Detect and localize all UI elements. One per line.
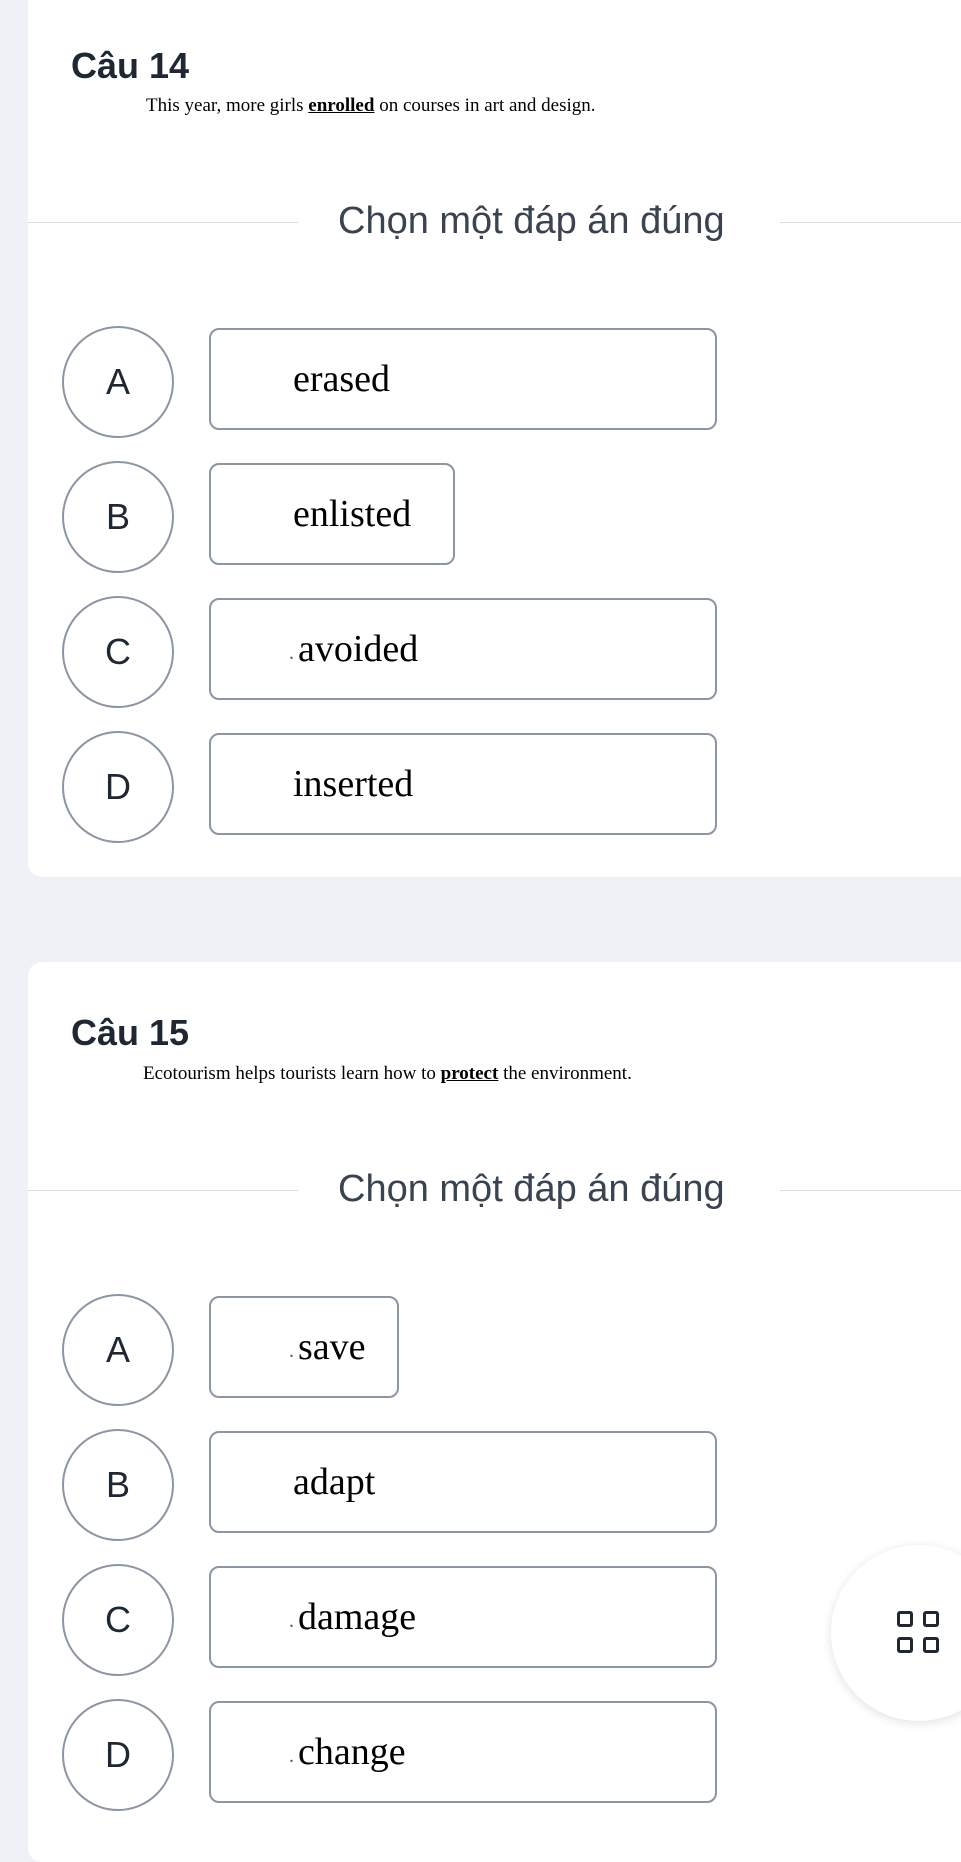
option-letter-b[interactable]: B [62,1429,174,1541]
question-underlined-word: enrolled [308,95,375,116]
question-underlined-word: protect [440,1063,499,1084]
option-text: enlisted [293,493,412,535]
question-text: Ecotourism helps tourists learn how to p… [143,1063,632,1085]
grid-icon [897,1611,943,1657]
question-text-after: the environment. [498,1063,632,1084]
option-letter-a[interactable]: A [62,326,174,438]
option-letter-c[interactable]: C [62,1564,174,1676]
question-text-before: This year, more girls [146,95,309,116]
divider-line-left [28,222,298,223]
option-prefix: . [289,1339,294,1362]
option-answer-a[interactable]: erased [209,328,717,430]
option-letter-d[interactable]: D [62,731,174,843]
option-prefix: . [289,641,294,664]
option-text: adapt [293,1461,376,1503]
answer-prompt-divider: Chọn một đáp án đúng [28,200,961,244]
option-text: erased [293,358,391,400]
option-letter-b[interactable]: B [62,461,174,573]
option-prefix: . [289,1744,294,1767]
option-answer-b[interactable]: enlisted [209,463,455,565]
question-text: This year, more girls enrolled on course… [146,95,596,117]
question-title: Câu 15 [71,1012,190,1053]
option-letter-a[interactable]: A [62,1294,174,1406]
option-text: inserted [293,763,414,805]
question-card-14: Câu 14 This year, more girls enrolled on… [28,0,961,877]
option-answer-b[interactable]: adapt [209,1431,717,1533]
option-answer-a[interactable]: . save [209,1296,399,1398]
option-answer-d[interactable]: . change [209,1701,717,1803]
option-answer-d[interactable]: inserted [209,733,717,835]
answer-prompt: Chọn một đáp án đúng [338,1168,725,1210]
divider-line-left [28,1190,298,1191]
option-text: avoided [298,628,419,670]
option-answer-c[interactable]: . damage [209,1566,717,1668]
divider-line-right [780,1190,961,1191]
option-letter-c[interactable]: C [62,596,174,708]
option-letter-d[interactable]: D [62,1699,174,1811]
option-text: save [298,1326,366,1368]
question-card-15: Câu 15 Ecotourism helps tourists learn h… [28,962,961,1862]
answer-prompt-divider: Chọn một đáp án đúng [28,1168,961,1212]
option-answer-c[interactable]: . avoided [209,598,717,700]
divider-line-right [780,222,961,223]
option-text: damage [298,1596,417,1638]
question-title: Câu 14 [71,45,190,86]
question-text-after: on courses in art and design. [374,95,596,116]
question-text-before: Ecotourism helps tourists learn how to [143,1063,441,1084]
answer-prompt: Chọn một đáp án đúng [338,200,725,242]
option-prefix: . [289,1609,294,1632]
option-text: change [298,1731,406,1773]
